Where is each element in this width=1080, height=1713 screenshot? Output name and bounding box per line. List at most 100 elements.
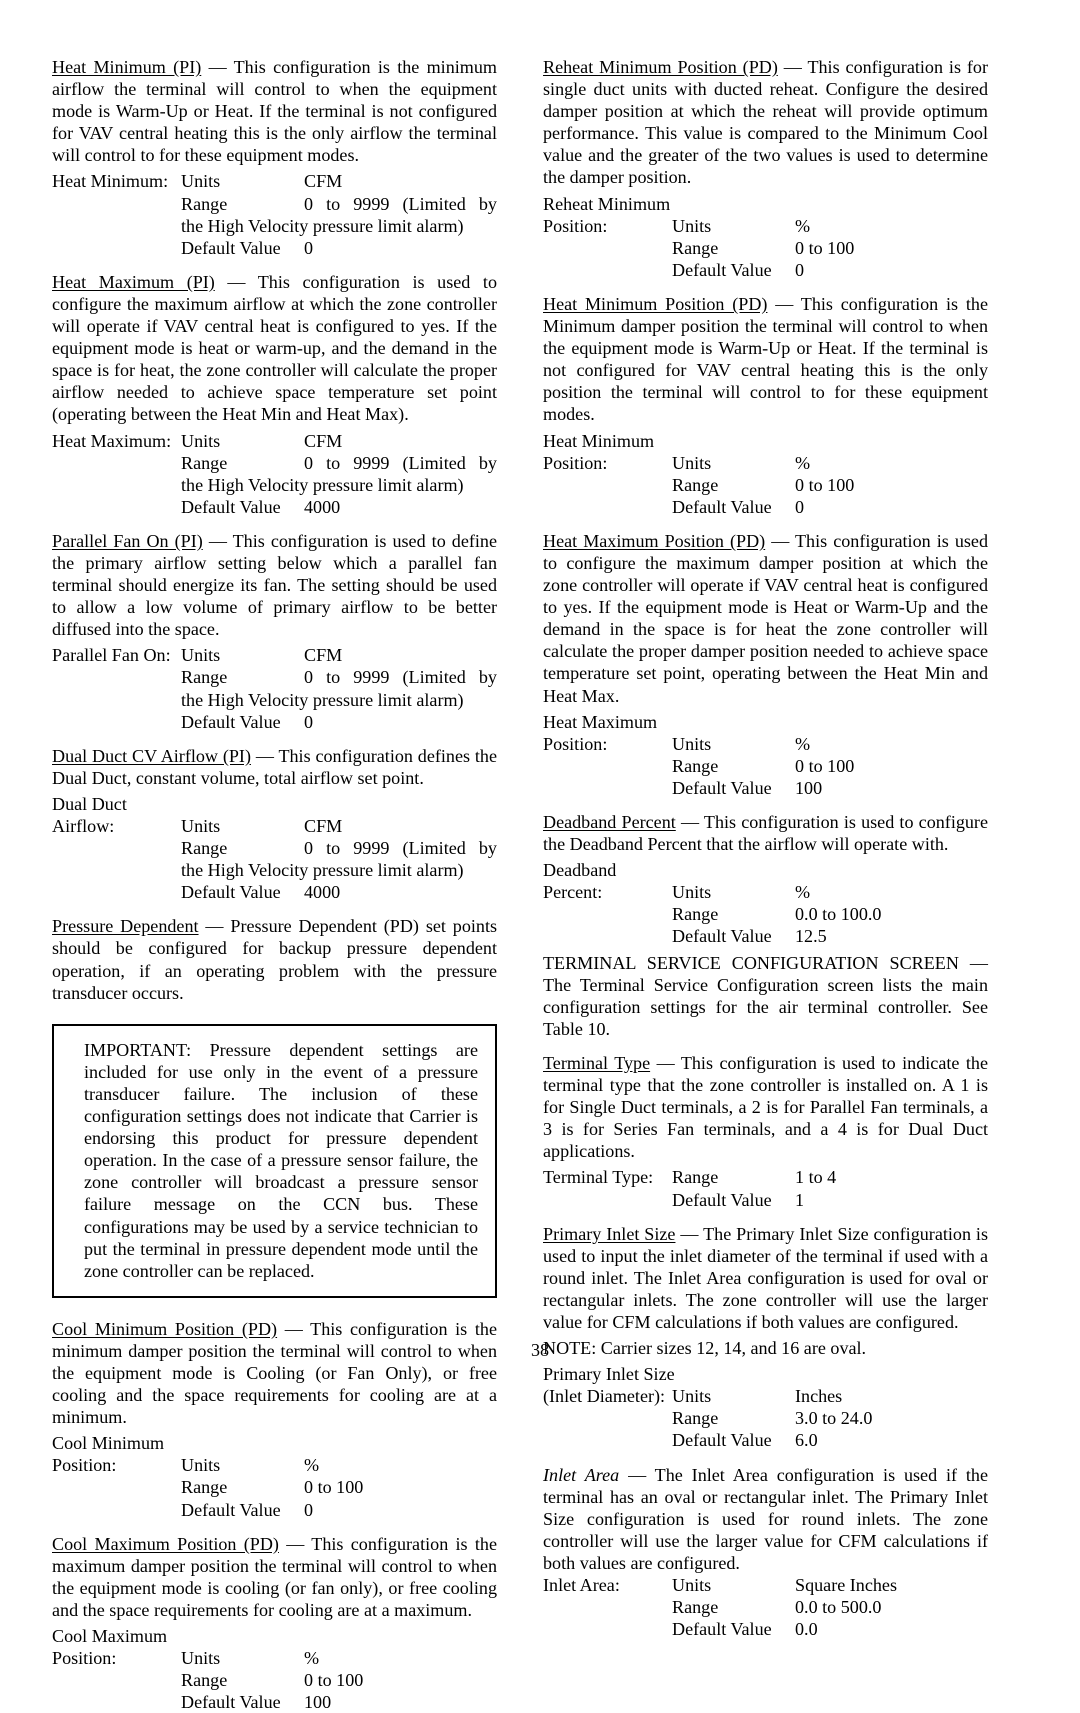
section-parallel-fan-on-pi: Parallel Fan On (PI) — This configuratio…	[52, 530, 497, 733]
spec-key: Range	[181, 1477, 228, 1498]
spec-row: Default Value 0	[52, 237, 497, 259]
left-column: Heat Minimum (PI) — This configuration i…	[52, 56, 497, 1713]
spec-list: Heat Maximum Position: Units % Range 0 t…	[543, 711, 988, 799]
section-heading: Cool Minimum Position (PD)	[52, 1318, 278, 1339]
spec-row: Range 0 to 100	[543, 474, 988, 496]
spec-row: Default Value 0.0	[543, 1618, 988, 1640]
section-heat-maximum-pi: Heat Maximum (PI) — This configuration i…	[52, 271, 497, 518]
section-heading: Cool Maximum Position (PD)	[52, 1533, 279, 1554]
spec-key: Range	[672, 1408, 719, 1429]
important-note-text: IMPORTANT: Pressure dependent settings a…	[84, 1039, 478, 1282]
spec-row: Terminal Type: Range 1 to 4	[543, 1166, 988, 1188]
section-heading: Heat Minimum (PI)	[52, 57, 202, 77]
section-primary-inlet-size: Primary Inlet Size — The Primary Inlet S…	[543, 1223, 988, 1452]
spec-value: 1	[795, 1189, 805, 1210]
spec-list: Cool Minimum Position: Units % Range 0 t…	[52, 1432, 497, 1520]
spec-key: Default Value	[672, 777, 772, 798]
spec-key: Range	[181, 838, 228, 859]
section-terminal-type: Terminal Type — This configuration is us…	[543, 1052, 988, 1211]
spec-row: Default Value 12.5	[543, 925, 988, 947]
spec-row: Range 0 to 9999 (Limited by	[52, 193, 497, 215]
spec-label-line1: Dual Duct	[52, 793, 127, 814]
spec-row: Default Value 0	[52, 711, 497, 733]
spec-key: Default Value	[181, 1692, 281, 1713]
spec-continuation: the High Velocity pressure limit alarm)	[181, 860, 464, 881]
document-page: Heat Minimum (PI) — This configuration i…	[0, 0, 1080, 1712]
spec-label: Heat Minimum:	[52, 171, 169, 192]
spec-key: Default Value	[181, 237, 281, 258]
important-body: Pressure dependent settings are included…	[84, 1039, 478, 1281]
spec-label: Terminal Type:	[543, 1167, 654, 1188]
spec-value: %	[795, 882, 811, 903]
section-heading: Heat Minimum Position (PD)	[543, 293, 768, 314]
spec-key: Range	[672, 1167, 719, 1188]
spec-key: Range	[672, 237, 719, 258]
spec-continuation: the High Velocity pressure limit alarm)	[181, 215, 464, 236]
important-label: IMPORTANT:	[84, 1039, 192, 1060]
section-heat-maximum-position-pd: Heat Maximum Position (PD) — This config…	[543, 530, 988, 799]
section-heading: Pressure Dependent	[52, 916, 199, 937]
spec-list: Dual Duct Airflow: Units CFM Range 0 to 99…	[52, 793, 497, 903]
spec-label-line1: Cool Minimum	[52, 1433, 165, 1454]
spec-value: 0	[795, 496, 805, 517]
spec-key: Units	[672, 733, 712, 754]
spec-key: Units	[181, 171, 221, 192]
spec-value: 0 to 100	[795, 755, 855, 776]
section-heading: Terminal Type	[543, 1052, 651, 1073]
spec-continuation: the High Velocity pressure limit alarm)	[181, 689, 464, 710]
spec-key: Default Value	[181, 496, 281, 517]
spec-row: Parallel Fan On: Units CFM	[52, 644, 497, 666]
section-paragraph: Dual Duct CV Airflow (PI) — This configu…	[52, 745, 497, 789]
spec-value: 0	[304, 1499, 314, 1520]
spec-key: Range	[672, 1597, 719, 1618]
section-paragraph: Pressure Dependent — Pressure Dependent …	[52, 915, 497, 1003]
spec-row: Default Value 0	[543, 496, 988, 518]
spec-row: Default Value 4000	[52, 881, 497, 903]
spec-key: Range	[672, 474, 719, 495]
spec-list: Parallel Fan On: Units CFM Range 0 to 9999…	[52, 644, 497, 732]
section-paragraph: Heat Minimum Position (PD) — This config…	[543, 293, 988, 426]
section-paragraph: Terminal Type — This configuration is us…	[543, 1052, 988, 1162]
spec-value: 1 to 4	[795, 1167, 837, 1188]
two-column-body: Heat Minimum (PI) — This configuration i…	[52, 56, 1028, 1713]
spec-value: CFM	[304, 645, 343, 666]
spec-row: Range 0 to 100	[52, 1476, 497, 1498]
spec-label: Heat Maximum:	[52, 430, 172, 451]
spec-list: Heat Maximum: Units CFM Range 0 to 9999 (Li…	[52, 430, 497, 518]
spec-value: Inches	[795, 1386, 843, 1407]
page-number: 38	[530, 1340, 550, 1360]
section-terminal-service-configuration-screen: TERMINAL SERVICE CONFIGURATION SCREEN — …	[543, 952, 988, 1040]
spec-list: Heat Minimum Position: Units % Range 0 t…	[543, 430, 988, 518]
spec-row: Position: Units %	[52, 1647, 497, 1669]
spec-label: (Inlet Diameter):	[543, 1386, 666, 1407]
spec-key: Units	[672, 1386, 712, 1407]
section-paragraph: Primary Inlet Size — The Primary Inlet S…	[543, 1223, 988, 1333]
spec-label: Percent:	[543, 882, 603, 903]
spec-list: Primary Inlet Size (Inlet Diameter): Uni…	[543, 1363, 988, 1451]
spec-key: Range	[672, 904, 719, 925]
section-paragraph: Heat Minimum (PI) — This configuration i…	[52, 56, 497, 166]
spec-value: 0.0	[795, 1619, 818, 1640]
spec-list: Heat Minimum: Units CFM Range 0 to 9999 (Li…	[52, 170, 497, 258]
section-heading: Primary Inlet Size	[543, 1223, 676, 1244]
spec-key: Range	[181, 667, 228, 688]
spec-value: 0 to 9999 (Limited by	[304, 838, 497, 859]
spec-label: Position:	[52, 1455, 117, 1476]
section-heading: Heat Maximum Position (PD)	[543, 530, 766, 551]
spec-label-line1: Heat Minimum	[543, 430, 655, 451]
spec-key: Units	[672, 215, 712, 236]
spec-list: Reheat Minimum Position: Units % Range 0…	[543, 193, 988, 281]
spec-row: Range 0.0 to 500.0	[543, 1596, 988, 1618]
spec-value: 0 to 9999 (Limited by	[304, 667, 497, 688]
spec-value: 4000	[304, 496, 341, 517]
spec-row: Default Value 100	[52, 1691, 497, 1713]
spec-key: Units	[181, 1648, 221, 1669]
section-heading: TERMINAL SERVICE CONFIGURATION SCREEN	[543, 952, 959, 973]
spec-key: Default Value	[672, 1619, 772, 1640]
spec-key: Units	[672, 452, 712, 473]
spec-list: Inlet Area: Units Square Inches Range 0.…	[543, 1574, 988, 1640]
spec-value: %	[304, 1648, 320, 1669]
section-paragraph: Reheat Minimum Position (PD) — This conf…	[543, 56, 988, 189]
spec-row: Default Value 0	[52, 1499, 497, 1521]
section-paragraph: Deadband Percent — This configuration is…	[543, 811, 988, 855]
